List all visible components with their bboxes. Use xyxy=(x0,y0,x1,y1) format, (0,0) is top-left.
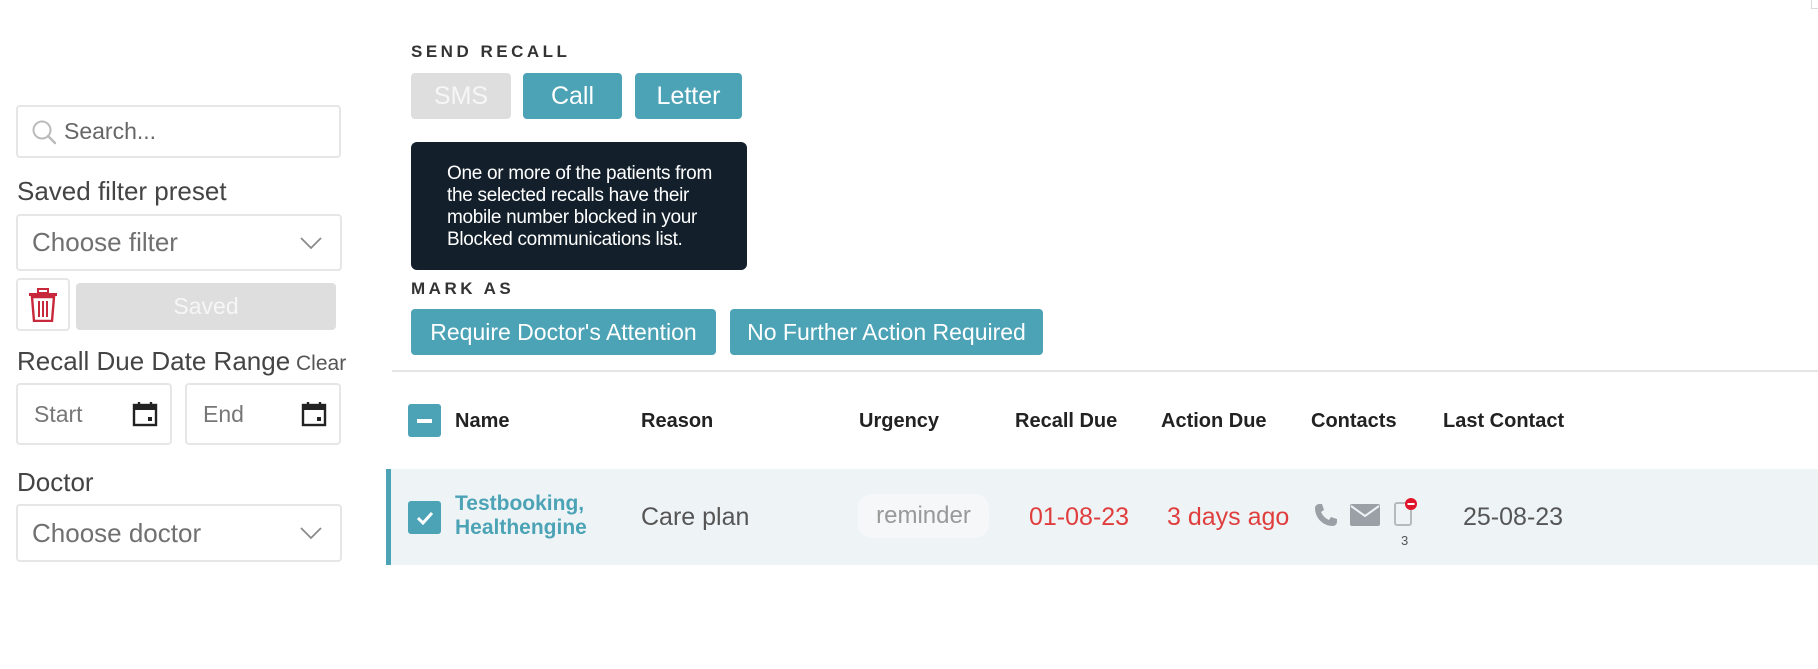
recall-due-cell: 01-08-23 xyxy=(1029,503,1130,531)
contacts-count: 3 xyxy=(1401,533,1409,548)
send-recall-title: SEND RECALL xyxy=(411,42,571,61)
column-header-recall-due[interactable]: Recall Due xyxy=(1015,410,1117,433)
urgency-badge: reminder xyxy=(858,494,989,538)
clear-date-link[interactable]: Clear xyxy=(296,352,346,376)
saved-filter-label: Saved filter preset xyxy=(17,176,227,206)
select-all-checkbox[interactable] xyxy=(408,404,441,437)
search-placeholder: Search... xyxy=(64,118,157,144)
delete-preset-button[interactable] xyxy=(16,278,70,331)
patient-name-line: Healthengine xyxy=(455,516,587,539)
row-checkbox[interactable] xyxy=(408,501,441,534)
tooltip-line: One or more of the patients from xyxy=(447,163,712,184)
doctor-label: Doctor xyxy=(17,467,94,497)
reason-cell: Care plan xyxy=(641,503,750,531)
calendar-icon xyxy=(301,401,327,427)
column-header-reason[interactable]: Reason xyxy=(641,410,713,433)
doctor-select[interactable]: Choose doctor xyxy=(16,504,342,562)
column-header-contacts[interactable]: Contacts xyxy=(1311,410,1397,433)
tooltip-line: Blocked communications list. xyxy=(447,229,683,250)
mark-as-title: MARK AS xyxy=(411,279,515,298)
action-due-cell: 3 days ago xyxy=(1167,503,1290,531)
date-range-label: Recall Due Date Range xyxy=(17,346,291,376)
filter-preset-placeholder: Choose filter xyxy=(32,227,178,257)
no-action-button[interactable]: No Further Action Required xyxy=(730,309,1043,355)
doctor-placeholder: Choose doctor xyxy=(32,517,202,548)
saved-button[interactable]: Saved xyxy=(76,283,336,330)
chevron-down-icon xyxy=(300,236,322,250)
column-header-urgency[interactable]: Urgency xyxy=(859,410,939,433)
column-header-name[interactable]: Name xyxy=(455,410,509,433)
start-date-placeholder: Start xyxy=(34,400,83,427)
tooltip-line: mobile number blocked in your xyxy=(447,207,698,228)
column-header-action-due[interactable]: Action Due xyxy=(1161,410,1267,433)
sms-blocked-tooltip: One or more of the patients from the sel… xyxy=(411,142,747,270)
mobile-blocked-icon[interactable] xyxy=(1393,497,1419,527)
filter-preset-select[interactable]: Choose filter xyxy=(16,214,342,271)
trash-icon xyxy=(28,287,58,322)
doctor-attention-button[interactable]: Require Doctor's Attention xyxy=(411,309,716,355)
call-button[interactable]: Call xyxy=(523,73,622,119)
divider xyxy=(392,370,1818,372)
start-date-input[interactable]: Start xyxy=(16,383,172,445)
column-header-last-contact[interactable]: Last Contact xyxy=(1443,410,1564,433)
search-icon xyxy=(30,118,58,146)
last-contact-cell: 25-08-23 xyxy=(1463,503,1564,531)
email-icon[interactable] xyxy=(1350,504,1380,526)
tooltip-line: the selected recalls have their xyxy=(447,185,690,206)
patient-name-link[interactable]: Testbooking, Healthengine xyxy=(455,492,587,540)
search-input[interactable]: Search... xyxy=(16,105,341,158)
letter-button[interactable]: Letter xyxy=(635,73,742,119)
chevron-down-icon xyxy=(300,526,322,540)
sms-button[interactable]: SMS xyxy=(411,73,511,119)
calendar-icon xyxy=(132,401,158,427)
panel-edge xyxy=(1811,0,1818,9)
patient-name-line: Testbooking, xyxy=(455,492,585,515)
end-date-input[interactable]: End xyxy=(185,383,341,445)
end-date-placeholder: End xyxy=(203,400,244,427)
phone-icon[interactable] xyxy=(1313,502,1339,528)
